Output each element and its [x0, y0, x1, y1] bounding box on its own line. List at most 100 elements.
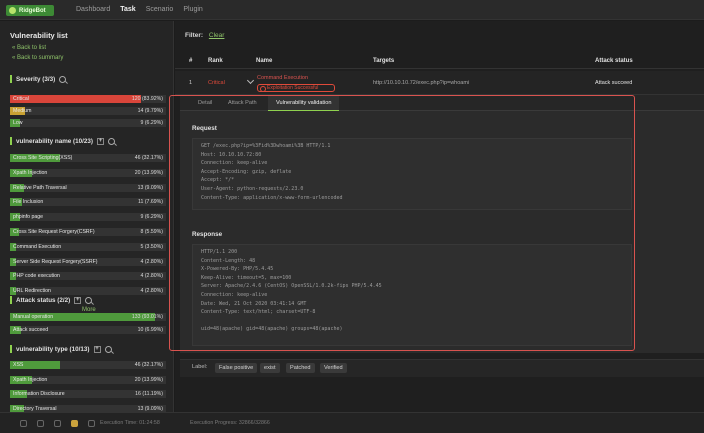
app-logo[interactable]: RidgeBot	[6, 5, 54, 16]
filter-row-label: Directory Traversal	[13, 405, 57, 412]
vuln-name-section-header: vulnerability name (10/23) +	[10, 137, 115, 145]
filter-row-value: 4 (2.80%)	[140, 288, 164, 295]
filter-row[interactable]: XSS 46 (32.17%)	[10, 361, 166, 369]
bottom-icons	[20, 420, 95, 427]
filter-row-label: Cross Site Request Forgery(CSRF)	[13, 229, 95, 235]
label-verified-button[interactable]: Verified	[320, 363, 347, 373]
row-name[interactable]: Command Execution	[257, 75, 308, 81]
filter-row-label: File Inclusion	[13, 199, 44, 206]
row-number: 1	[189, 80, 193, 86]
add-filter-icon[interactable]: +	[93, 345, 101, 353]
filter-row[interactable]: File Inclusion 11 (7.69%)	[10, 198, 166, 207]
filter-bar: Filter: Clear	[185, 32, 224, 39]
stop-icon[interactable]	[54, 420, 61, 427]
filter-row-value: 13 (9.09%)	[137, 405, 163, 412]
filter-row-label: Information Disclosure	[13, 391, 65, 397]
vuln-type-section-header: vulnerability type (10/13) +	[10, 345, 112, 353]
filter-row-label: XSS	[13, 362, 24, 368]
filter-row[interactable]: Server Side Request Forgery(SSRF) 4 (2.80…	[10, 257, 166, 266]
settings-icon[interactable]	[20, 420, 27, 427]
filter-row-value: 5 (3.50%)	[140, 243, 164, 250]
filter-row-value: 10 (6.99%)	[137, 327, 163, 333]
filter-clear-link[interactable]: Clear	[209, 32, 225, 39]
col-targets: Targets	[373, 58, 395, 64]
nav-task[interactable]: Task	[120, 6, 135, 13]
filter-row[interactable]: Cross Site Scripting(XSS) 46 (32.17%)	[10, 154, 166, 162]
filter-row[interactable]: Low 9 (6.29%)	[10, 119, 166, 127]
filter-row[interactable]: phpinfo page 9 (6.29%)	[10, 213, 166, 222]
filter-row-label: Low	[13, 120, 23, 126]
filter-row-value: 133 (93.01%)	[131, 314, 163, 320]
refresh-icon[interactable]	[37, 420, 44, 427]
nav-scenario[interactable]: Scenario	[146, 6, 174, 13]
col-name: Name	[256, 58, 273, 64]
search-icon[interactable]	[104, 345, 112, 353]
filter-row-value: 14 (9.79%)	[137, 108, 163, 114]
label-exist-button[interactable]: exist	[260, 363, 280, 373]
code-line: Content-Type: application/x-www-form-url…	[201, 194, 343, 201]
code-line: GET /exec.php?ip=%3Fid%3Dwhoami%3B HTTP/…	[201, 143, 331, 149]
code-line: Content-Type: text/html; charset=UTF-8	[201, 309, 316, 316]
filter-row-value: 46 (32.17%)	[134, 362, 163, 368]
detail-tabs: Detail Attack Path Vulnerability validat…	[180, 95, 704, 111]
filter-row[interactable]: Critical 120 (83.92%)	[10, 95, 166, 103]
filter-row[interactable]: Command Execution 5 (3.50%)	[10, 242, 166, 251]
filter-row[interactable]: Relative Path Traversal 13 (9.09%)	[10, 183, 166, 192]
tab-attack-path[interactable]: Attack Path	[220, 95, 265, 111]
filter-row-bar	[10, 95, 141, 103]
label-false-positive-button[interactable]: False positive	[215, 363, 258, 373]
back-to-summary-link[interactable]: « Back to summary	[12, 55, 63, 61]
filter-row[interactable]: Manual operation 133 (93.01%)	[10, 313, 166, 321]
filter-row-value: 46 (32.17%)	[134, 155, 163, 161]
search-icon[interactable]	[85, 296, 93, 304]
search-icon[interactable]	[59, 75, 67, 83]
code-line: Accept-Encoding: gzip, deflate	[201, 168, 292, 175]
back-to-list-link[interactable]: « Back to list	[12, 45, 46, 51]
lock-icon[interactable]	[71, 420, 78, 427]
filter-row-value: 4 (2.80%)	[140, 258, 164, 265]
filter-row-value: 4 (2.80%)	[140, 273, 164, 280]
filter-row[interactable]: Cross Site Request Forgery(CSRF) 8 (5.59%…	[10, 228, 166, 236]
sidebar: Vulnerability list « Back to list « Back…	[0, 21, 174, 413]
bottom-bar: Execution Time: 01:24:58 Execution Progr…	[0, 412, 704, 433]
filter-row[interactable]: Medium 14 (9.79%)	[10, 107, 166, 115]
request-title: Request	[192, 125, 217, 132]
request-block: GET /exec.php?ip=%3Fid%3Dwhoami%3B HTTP/…	[192, 138, 632, 210]
code-line: Date: Wed, 21 Oct 2020 03:41:14 GMT	[201, 300, 307, 307]
severity-section-header: Severity (3/3)	[10, 75, 67, 83]
row-attack-status: Attack succeed	[595, 80, 633, 86]
filter-row-label: Xpath Injection	[13, 376, 48, 383]
filter-row-value: 11 (7.69%)	[138, 199, 163, 206]
response-block: HTTP/1.1 200 Content-Length: 48 X-Powered-…	[192, 244, 632, 346]
filter-row-label: phpinfo page	[13, 214, 44, 221]
code-line: Connection: keep-alive	[201, 160, 268, 167]
label-patched-button[interactable]: Patched	[286, 363, 315, 373]
filter-row[interactable]: Xpath Injection 20 (13.99%)	[10, 168, 166, 177]
nav-dashboard[interactable]: Dashboard	[76, 6, 110, 13]
severity-title: Severity (3/3)	[16, 75, 56, 83]
table-header: # Rank Name Targets Attack status	[175, 53, 704, 69]
code-line: X-Powered-By: PHP/5.4.45	[201, 266, 274, 273]
filter-row[interactable]: Xpath Injection 20 (13.99%)	[10, 375, 166, 384]
tab-detail[interactable]: Detail	[190, 95, 220, 111]
chevron-down-icon[interactable]	[246, 76, 255, 85]
exploit-badge: Exploitation Successful	[257, 84, 335, 92]
col-rank: Rank	[208, 58, 223, 64]
filter-row[interactable]: Attack succeed 10 (6.99%)	[10, 326, 166, 334]
attack-status-title: Attack status (2/2)	[16, 296, 71, 304]
add-filter-icon[interactable]: +	[74, 296, 82, 304]
filter-row[interactable]: PHP code execution 4 (2.80%)	[10, 272, 166, 281]
tab-vulnerability-validation[interactable]: Vulnerability validation	[268, 95, 340, 111]
report-icon[interactable]	[88, 420, 95, 427]
col-attack-status: Attack status	[595, 58, 633, 64]
top-bar: RidgeBot Dashboard Task Scenario Plugin	[0, 0, 704, 20]
nav-plugin[interactable]: Plugin	[183, 6, 202, 13]
table-row[interactable]: 1 Critical Command Execution Exploitatio…	[175, 71, 704, 95]
search-icon[interactable]	[108, 137, 115, 145]
filter-row[interactable]: Information Disclosure 16 (11.19%)	[10, 390, 166, 398]
add-filter-icon[interactable]: +	[97, 137, 104, 145]
filter-row[interactable]: URL Redirection 4 (2.80%)	[10, 287, 166, 296]
exploit-badge-label: Exploitation Successful	[267, 85, 319, 91]
section-marker	[10, 75, 12, 83]
